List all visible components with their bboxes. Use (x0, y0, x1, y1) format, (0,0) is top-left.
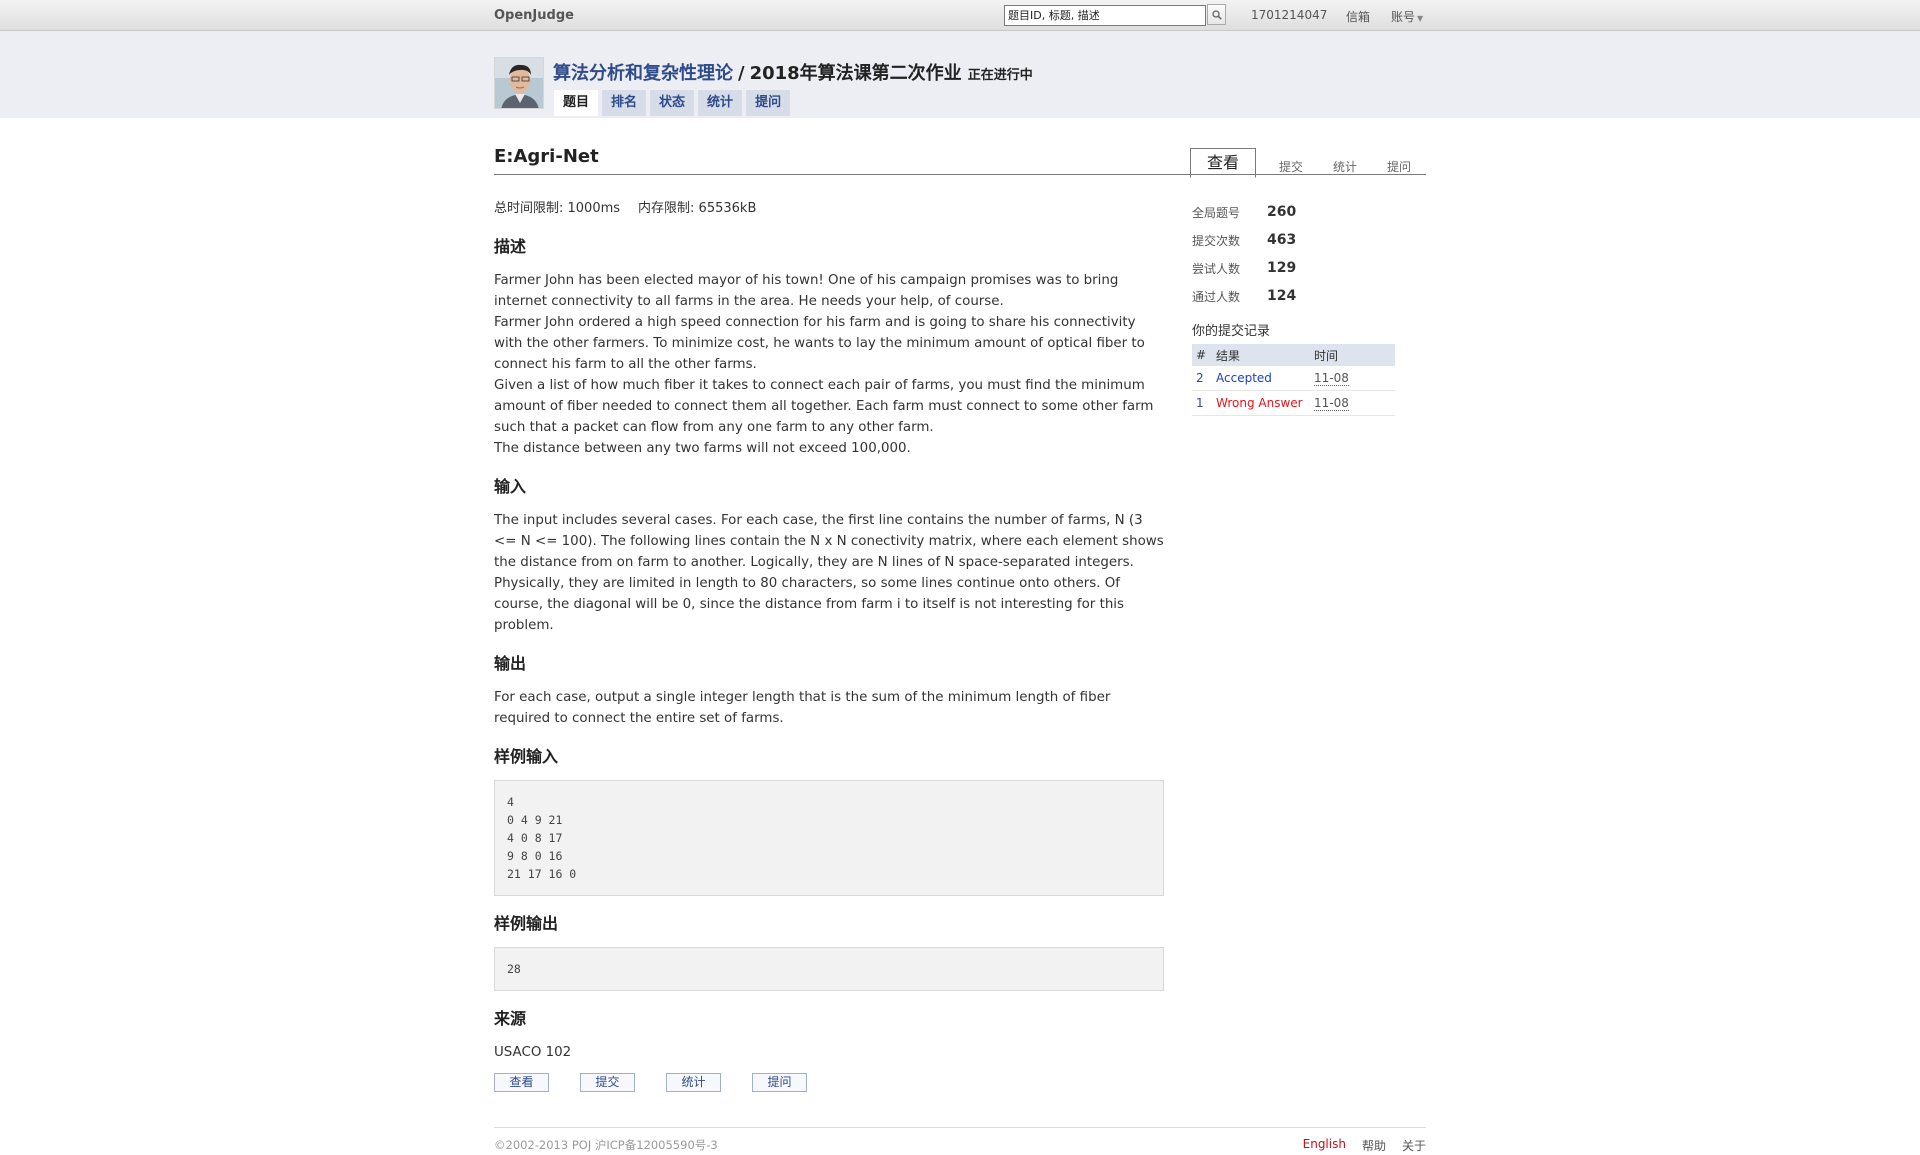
table-header-row: # 结果 时间 (1192, 344, 1395, 366)
memory-limit: 内存限制: 65536kB (638, 201, 757, 216)
bottom-actions: 查看 提交 统计 提问 (494, 1073, 1164, 1092)
tab-questions[interactable]: 提问 (746, 90, 791, 116)
about-link[interactable]: 关于 (1402, 1137, 1426, 1154)
submission-records-table: # 结果 时间 2 Accepted 11-08 1 Wrong Answer … (1192, 344, 1395, 416)
stat-label: 尝试人数 (1192, 261, 1241, 276)
stat-value: 260 (1267, 204, 1297, 220)
column-header-time: 时间 (1310, 344, 1395, 366)
record-num: 2 (1192, 366, 1212, 391)
stat-value: 463 (1267, 232, 1297, 248)
footer-links: English 帮助 关于 (1303, 1137, 1426, 1154)
stat-row: 尝试人数 129 (1192, 254, 1402, 282)
record-num: 1 (1192, 390, 1212, 416)
stat-label: 通过人数 (1192, 289, 1241, 304)
search-box (1004, 4, 1226, 26)
stat-label: 全局题号 (1192, 205, 1241, 220)
user-id-link[interactable]: 1701214047 (1251, 8, 1327, 22)
record-time-cell: 11-08 (1310, 390, 1395, 416)
description-paragraph: Farmer John has been elected mayor of hi… (494, 273, 1119, 309)
statistics-button[interactable]: 统计 (666, 1073, 721, 1092)
mailbox-link[interactable]: 信箱 (1346, 8, 1370, 25)
record-result-cell: Accepted (1212, 366, 1310, 391)
course-tabs: 题目 排名 状态 统计 提问 (554, 90, 791, 116)
brand-logo[interactable]: OpenJudge (494, 8, 574, 23)
submission-records-title: 你的提交记录 (1192, 324, 1271, 339)
sample-output-box: 28 (494, 947, 1164, 991)
record-time: 11-08 (1314, 396, 1349, 411)
homework-title: 2018年算法课第二次作业 (749, 63, 962, 84)
record-result-link[interactable]: Wrong Answer (1216, 396, 1303, 410)
description-paragraph: Farmer John ordered a high speed connect… (494, 315, 1145, 372)
stat-row: 全局题号 260 (1192, 198, 1402, 226)
problem-title: E:Agri-Net (494, 146, 599, 167)
column-header-result: 结果 (1212, 344, 1310, 366)
description-paragraph: Given a list of how much fiber it takes … (494, 378, 1154, 435)
sample-input-heading: 样例输入 (494, 747, 559, 766)
sample-input-box: 4 0 4 9 21 4 0 8 17 9 8 0 16 21 17 16 0 (494, 780, 1164, 896)
stat-row: 提交次数 463 (1192, 226, 1402, 254)
account-label: 账号 (1391, 10, 1416, 24)
problem-view-tabs: 查看 提交 统计 提问 (1190, 147, 1426, 178)
tab-status[interactable]: 状态 (650, 90, 695, 116)
time-limit: 总时间限制: 1000ms (494, 201, 621, 216)
description-paragraph: The distance between any two farms will … (494, 441, 911, 456)
course-header: 算法分析和复杂性理论/2018年算法课第二次作业 正在进行中 题目 排名 状态 统… (0, 31, 1920, 118)
account-menu[interactable]: 账号 ▼ (1391, 8, 1423, 25)
help-link[interactable]: 帮助 (1362, 1137, 1386, 1154)
course-link[interactable]: 算法分析和复杂性理论 (553, 63, 733, 84)
source-heading: 来源 (494, 1009, 527, 1028)
tab-ranking[interactable]: 排名 (602, 90, 647, 116)
chevron-down-icon: ▼ (1417, 14, 1424, 23)
course-breadcrumb: 算法分析和复杂性理论/2018年算法课第二次作业 正在进行中 (553, 59, 1033, 85)
input-heading: 输入 (494, 477, 527, 496)
copyright-text: ©2002-2013 POJ 沪ICP备12005590号-3 (494, 1138, 718, 1152)
output-description: For each case, output a single integer l… (494, 690, 1111, 726)
stat-value: 129 (1267, 260, 1297, 276)
problem-sidebar: 全局题号 260 提交次数 463 尝试人数 129 通过人数 124 你的提交记录 #… (1192, 198, 1402, 416)
source-text: USACO 102 (494, 1045, 572, 1060)
table-row: 2 Accepted 11-08 (1192, 366, 1395, 391)
submit-button[interactable]: 提交 (580, 1073, 635, 1092)
problem-body: 总时间限制: 1000ms 内存限制: 65536kB 描述 Farmer Joh… (494, 198, 1164, 1092)
sample-output-heading: 样例输出 (494, 914, 559, 933)
ask-button[interactable]: 提问 (752, 1073, 807, 1092)
table-row: 1 Wrong Answer 11-08 (1192, 390, 1395, 416)
top-bar: OpenJudge 1701214047 信箱 账号▼ (0, 0, 1920, 31)
limits: 总时间限制: 1000ms 内存限制: 65536kB (494, 198, 1164, 219)
search-icon (1212, 10, 1222, 20)
breadcrumb-separator: / (738, 63, 745, 84)
language-english-link[interactable]: English (1303, 1137, 1346, 1154)
footer: ©2002-2013 POJ 沪ICP备12005590号-3 English … (494, 1127, 1426, 1155)
output-heading: 输出 (494, 654, 527, 673)
record-result-cell: Wrong Answer (1212, 390, 1310, 416)
search-button[interactable] (1207, 4, 1226, 25)
stat-row: 通过人数 124 (1192, 282, 1402, 310)
avatar-photo (495, 58, 543, 108)
input-description: The input includes several cases. For ea… (494, 513, 1164, 633)
tab-problems[interactable]: 题目 (554, 90, 599, 116)
status-badge: 正在进行中 (967, 68, 1033, 83)
title-divider (494, 174, 1426, 175)
teacher-avatar (494, 57, 544, 109)
search-input[interactable] (1004, 4, 1206, 26)
stat-value: 124 (1267, 288, 1297, 304)
description-heading: 描述 (494, 237, 527, 256)
view-button[interactable]: 查看 (494, 1073, 549, 1092)
column-header-num: # (1192, 344, 1212, 366)
record-time-cell: 11-08 (1310, 366, 1395, 391)
stat-label: 提交次数 (1192, 233, 1241, 248)
record-time: 11-08 (1314, 371, 1349, 386)
tab-statistics[interactable]: 统计 (698, 90, 743, 116)
record-result-link[interactable]: Accepted (1216, 371, 1272, 385)
